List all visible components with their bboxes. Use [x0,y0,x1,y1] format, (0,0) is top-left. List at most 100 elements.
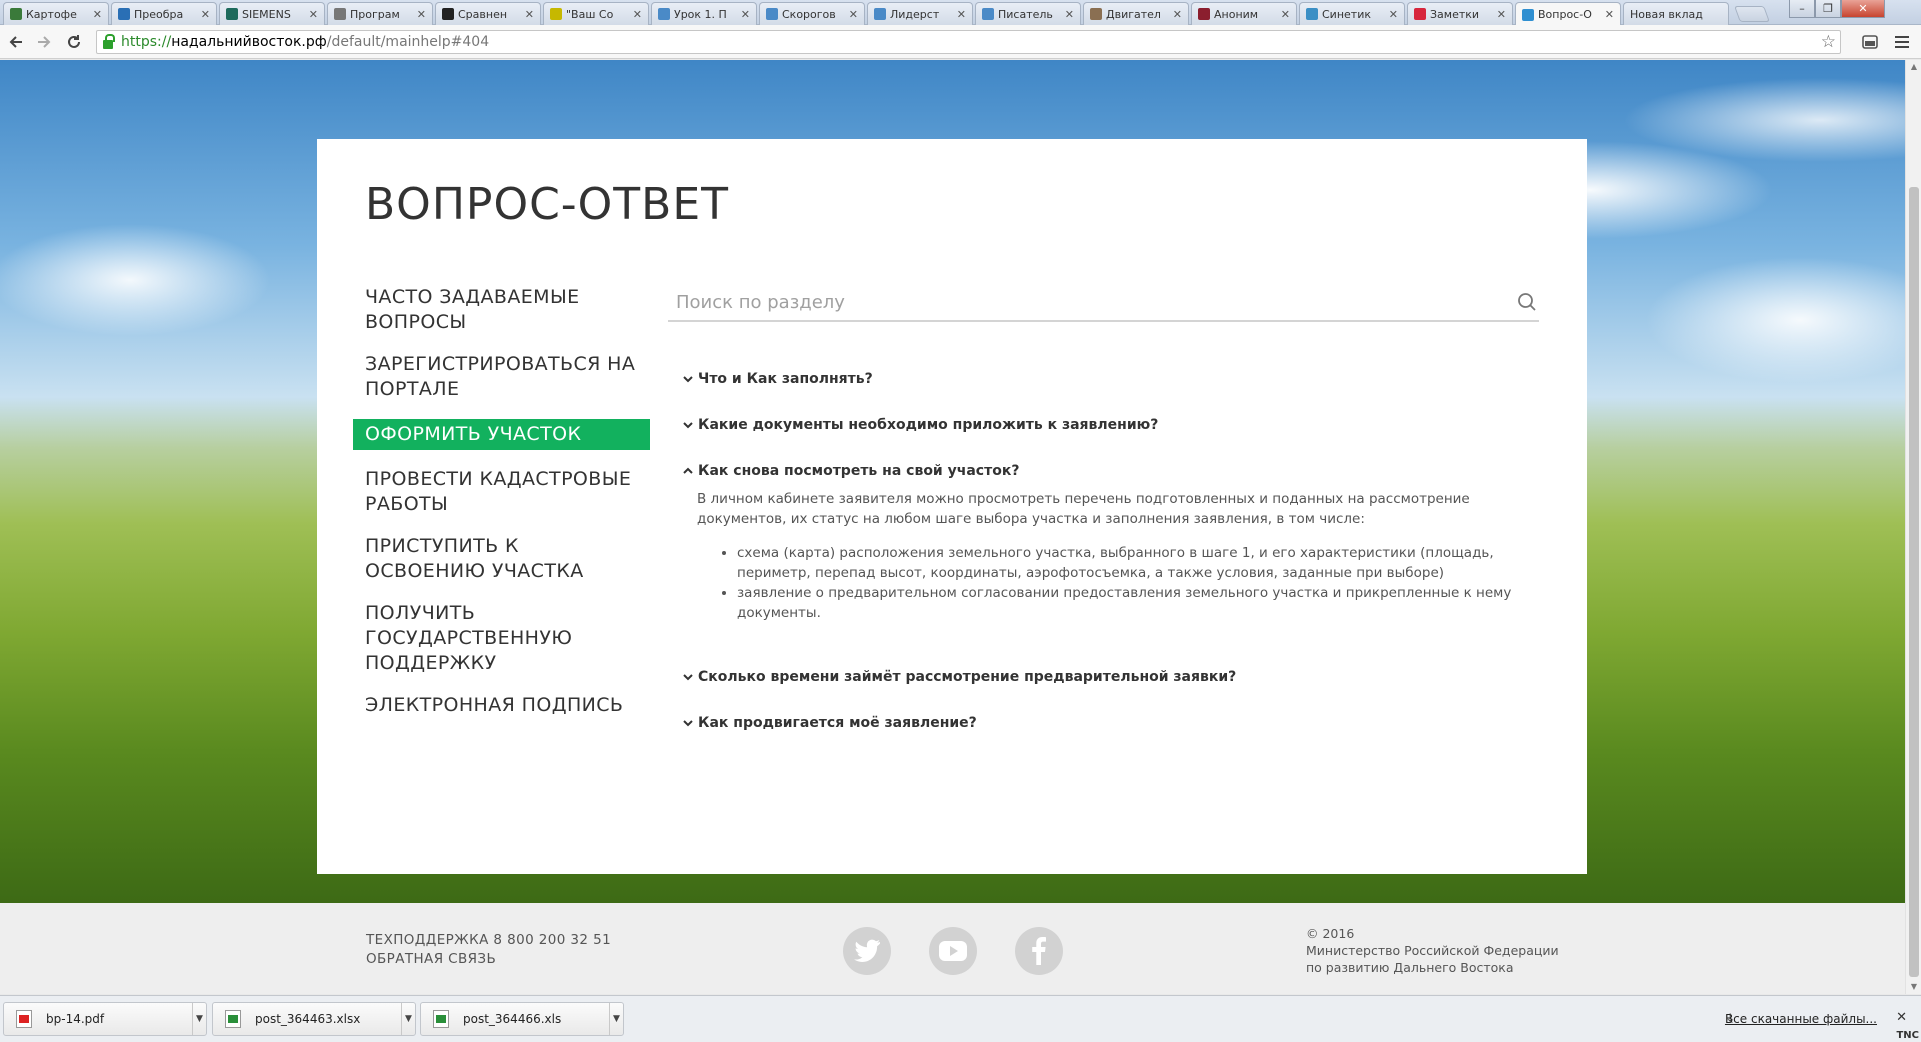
browser-tab[interactable]: Сравнен ✕ [435,2,541,25]
nav-item-plot[interactable]: ОФОРМИТЬ УЧАСТОК [353,419,650,450]
close-shelf-icon[interactable]: ✕ [1896,1010,1907,1025]
favicon-icon [442,8,454,20]
nav-item-develop[interactable]: ПРИСТУПИТЬ К ОСВОЕНИЮ УЧАСТКА [353,534,650,584]
browser-tab[interactable]: Урок 1. П ✕ [651,2,757,25]
scroll-thumb[interactable] [1909,187,1919,977]
menu-icon[interactable] [1893,33,1911,51]
favicon-icon [226,8,238,20]
nav-item-signature[interactable]: ЭЛЕКТРОННАЯ ПОДПИСЬ [353,693,650,718]
tab-title: Синетик [1322,7,1371,21]
tab-title: "Ваш Со [566,7,614,21]
list-item: схема (карта) расположения земельного уч… [737,543,1542,583]
browser-tab[interactable]: Аноним ✕ [1191,2,1297,25]
scroll-up-arrow-icon[interactable]: ▲ [1909,62,1919,72]
search-input[interactable] [668,285,1498,319]
tab-title: Новая вклад [1630,7,1703,21]
close-tab-icon[interactable]: ✕ [93,8,102,21]
close-tab-icon[interactable]: ✕ [741,8,750,21]
faq-answer: В личном кабинете заявителя можно просмо… [697,489,1542,623]
url-path: /default/mainhelp#404 [326,34,490,50]
close-tab-icon[interactable]: ✕ [1605,8,1614,21]
maximize-window-button[interactable]: ❐ [1815,0,1841,18]
close-tab-icon[interactable]: ✕ [1281,8,1290,21]
close-tab-icon[interactable]: ✕ [633,8,642,21]
minimize-window-button[interactable]: – [1789,0,1815,18]
favicon-icon [658,8,670,20]
faq-question[interactable]: Сколько времени займёт рассмотрение пред… [682,669,1236,685]
close-tab-icon[interactable]: ✕ [1173,8,1182,21]
download-item[interactable]: post_364466.xls ▼ [420,1002,624,1036]
close-tab-icon[interactable]: ✕ [417,8,426,21]
nav-item-register[interactable]: ЗАРЕГИСТРИРОВАТЬСЯ НА ПОРТАЛЕ [353,352,650,402]
close-tab-icon[interactable]: ✕ [309,8,318,21]
nav-item-support[interactable]: ПОЛУЧИТЬ ГОСУДАРСТВЕННУЮ ПОДДЕРЖКУ [353,601,650,676]
lock-icon [103,33,115,49]
chevron-down-icon[interactable]: ▼ [609,1003,623,1035]
close-tab-icon[interactable]: ✕ [849,8,858,21]
url-scheme: https:// [121,34,172,50]
browser-tab[interactable]: Заметки ✕ [1407,2,1513,25]
facebook-link[interactable] [1015,927,1063,975]
tab-title: Картофе [26,7,77,21]
forward-arrow-icon [38,36,51,48]
close-tab-icon[interactable]: ✕ [1497,8,1506,21]
browser-tab[interactable]: Вопрос-О ✕ [1515,2,1621,26]
tab-title: Писатель [998,7,1053,21]
browser-toolbar: https://надальнийвосток.рф/default/mainh… [0,25,1921,59]
reload-button[interactable] [63,31,85,53]
browser-tab[interactable]: Двигател ✕ [1083,2,1189,25]
chevron-down-icon[interactable]: ▼ [192,1003,206,1035]
close-tab-icon[interactable]: ✕ [201,8,210,21]
close-tab-icon[interactable]: ✕ [525,8,534,21]
facebook-icon [1032,937,1046,965]
favicon-icon [1522,8,1534,21]
browser-tab[interactable]: "Ваш Со ✕ [543,2,649,25]
close-tab-icon[interactable]: ✕ [1065,8,1074,21]
close-tab-icon[interactable]: ✕ [957,8,966,21]
favicon-icon [550,8,562,20]
vertical-scrollbar[interactable]: ▲ ▼ [1905,60,1921,994]
download-item[interactable]: post_364463.xlsx ▼ [212,1002,416,1036]
favicon-icon [1090,8,1102,20]
support-phone[interactable]: ТЕХПОДДЕРЖКА 8 800 200 32 51 [366,931,611,950]
back-button[interactable] [5,31,27,53]
extension-icon[interactable] [1861,33,1879,51]
tab-title: Лидерст [890,7,940,21]
feedback-link[interactable]: ОБРАТНАЯ СВЯЗЬ [366,950,611,969]
browser-tab[interactable]: Новая вклад [1623,2,1729,25]
faq-question-expanded[interactable]: Как снова посмотреть на свой участок? [682,463,1019,479]
browser-tab[interactable]: Синетик ✕ [1299,2,1405,25]
browser-tab[interactable]: Програм ✕ [327,2,433,25]
tab-title: Аноним [1214,7,1259,21]
close-tab-icon[interactable]: ✕ [1389,8,1398,21]
tab-title: Скорогов [782,7,836,21]
youtube-link[interactable] [929,927,977,975]
favicon-icon [1414,8,1426,20]
browser-tab[interactable]: Преобра ✕ [111,2,217,25]
all-downloads-link[interactable]: Все скачанные файлы... [1725,1012,1877,1026]
tab-title: Програм [350,7,400,21]
new-tab-button[interactable] [1734,6,1770,22]
faq-question[interactable]: Как продвигается моё заявление? [682,715,977,731]
search-icon[interactable] [1517,292,1537,312]
browser-tab[interactable]: Скорогов ✕ [759,2,865,25]
nav-item-cadastral[interactable]: ПРОВЕСТИ КАДАСТРОВЫЕ РАБОТЫ [353,467,650,517]
scroll-down-arrow-icon[interactable]: ▼ [1909,982,1919,992]
browser-tab[interactable]: Писатель ✕ [975,2,1081,25]
bookmark-star-icon[interactable]: ☆ [1821,32,1836,52]
browser-tab[interactable]: Картофе ✕ [3,2,109,25]
chevron-down-icon[interactable]: ▼ [401,1003,415,1035]
download-shelf: bp-14.pdf ▼ post_364463.xlsx ▼ post_3644… [0,995,1921,1042]
close-window-button[interactable]: ✕ [1841,0,1885,18]
faq-question[interactable]: Какие документы необходимо приложить к з… [682,417,1158,433]
download-item[interactable]: bp-14.pdf ▼ [3,1002,207,1036]
browser-tab[interactable]: Лидерст ✕ [867,2,973,25]
url-host: надальнийвосток.рф [171,34,327,50]
faq-answer-text: В личном кабинете заявителя можно просмо… [697,491,1470,527]
forward-button[interactable] [33,31,55,53]
browser-tab[interactable]: SIEMENS ✕ [219,2,325,25]
twitter-link[interactable] [843,927,891,975]
faq-question[interactable]: Что и Как заполнять? [682,371,873,387]
nav-item-faq[interactable]: ЧАСТО ЗАДАВАЕМЫЕ ВОПРОСЫ [353,285,650,335]
address-bar[interactable]: https://надальнийвосток.рф/default/mainh… [96,30,1841,54]
